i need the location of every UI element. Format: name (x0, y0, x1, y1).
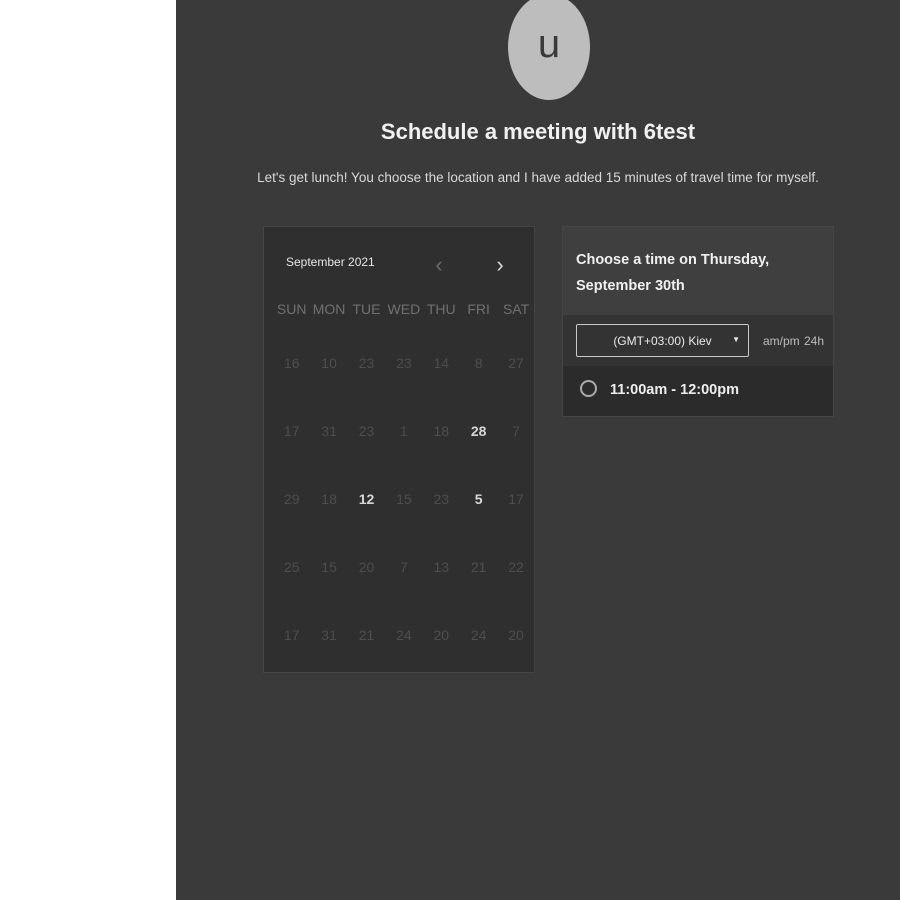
weekday-label: SAT (502, 301, 530, 317)
weekday-label: WED (387, 301, 421, 317)
weekday-label: SUN (276, 301, 307, 317)
calendar-day: 1 (399, 423, 408, 439)
calendar-day: 15 (396, 491, 412, 507)
calendar-day: 20 (358, 559, 375, 575)
timezone-select[interactable]: (GMT+03:00) Kiev ▼ (576, 324, 749, 357)
time-slot-panel: Choose a time on Thursday, September 30t… (562, 226, 834, 417)
calendar-day-available[interactable]: 12 (348, 491, 385, 507)
chevron-left-icon[interactable]: ‹ (429, 253, 449, 277)
date-picker-calendar: September 2021 ‹ › SUN MON TUE WED THU F… (263, 226, 535, 673)
calendar-day: 18 (321, 491, 337, 507)
weekday-label: MON (312, 301, 346, 317)
calendar-day: 21 (358, 627, 375, 643)
time-panel-header: Choose a time on Thursday, September 30t… (563, 227, 833, 315)
time-slot-option[interactable]: 11:00am - 12:00pm (563, 366, 833, 416)
timezone-value: (GMT+03:00) Kiev (613, 333, 712, 348)
calendar-day: 24 (396, 627, 412, 643)
calendar-day: 31 (321, 627, 337, 643)
calendar-day: 23 (358, 355, 375, 371)
calendar-day: 20 (508, 627, 524, 643)
calendar-day: 10 (321, 355, 337, 371)
calendar-week-row: 17 31 21 24 20 24 20 (273, 627, 535, 643)
left-blank-area (0, 0, 176, 900)
calendar-day: 17 (508, 491, 524, 507)
calendar-day: 14 (433, 355, 450, 371)
calendar-week-row: 29 18 12 15 23 5 17 (273, 491, 535, 507)
time-format-ampm-toggle[interactable]: am/pm (763, 334, 800, 348)
time-slot-label: 11:00am - 12:00pm (610, 382, 739, 398)
calendar-day: 18 (433, 423, 450, 439)
calendar-week-row: 17 31 23 1 18 28 7 (273, 423, 535, 439)
weekday-label: FRI (467, 301, 490, 317)
calendar-day: 7 (399, 559, 408, 575)
calendar-week-row: 16 10 23 23 14 8 27 (273, 355, 535, 371)
calendar-day-available[interactable]: 5 (460, 491, 497, 507)
time-format-24h-toggle[interactable]: 24h (804, 334, 824, 348)
calendar-day: 27 (508, 355, 524, 371)
caret-down-icon: ▼ (732, 335, 740, 344)
calendar-day: 25 (283, 559, 300, 575)
meeting-description: Let's get lunch! You choose the location… (257, 170, 819, 185)
calendar-day: 15 (321, 559, 337, 575)
calendar-day: 21 (470, 559, 487, 575)
calendar-day: 23 (396, 355, 412, 371)
calendar-day: 13 (433, 559, 450, 575)
calendar-day: 23 (358, 423, 375, 439)
calendar-day: 17 (283, 627, 300, 643)
calendar-day: 7 (512, 423, 520, 439)
calendar-week-row: 25 15 20 7 13 21 22 (273, 559, 535, 575)
calendar-day: 22 (508, 559, 524, 575)
calendar-day: 24 (470, 627, 487, 643)
radio-circle-icon[interactable] (580, 380, 597, 397)
chevron-right-icon[interactable]: › (490, 253, 510, 277)
calendar-day: 20 (433, 627, 450, 643)
page-title: Schedule a meeting with 6test (380, 119, 696, 144)
calendar-day: 29 (283, 491, 300, 507)
calendar-day-available[interactable]: 28 (460, 423, 497, 439)
weekday-header-row: SUN MON TUE WED THU FRI SAT (273, 301, 535, 317)
calendar-day: 17 (283, 423, 300, 439)
calendar-day: 16 (283, 355, 300, 371)
calendar-month-label: September 2021 (286, 255, 375, 269)
weekday-label: TUE (352, 301, 381, 317)
calendar-day: 23 (433, 491, 450, 507)
weekday-label: THU (426, 301, 456, 317)
calendar-day: 31 (321, 423, 337, 439)
calendar-day: 8 (474, 355, 483, 371)
avatar-initial: u (537, 22, 561, 66)
time-panel-heading: Choose a time on Thursday, September 30t… (576, 252, 770, 294)
